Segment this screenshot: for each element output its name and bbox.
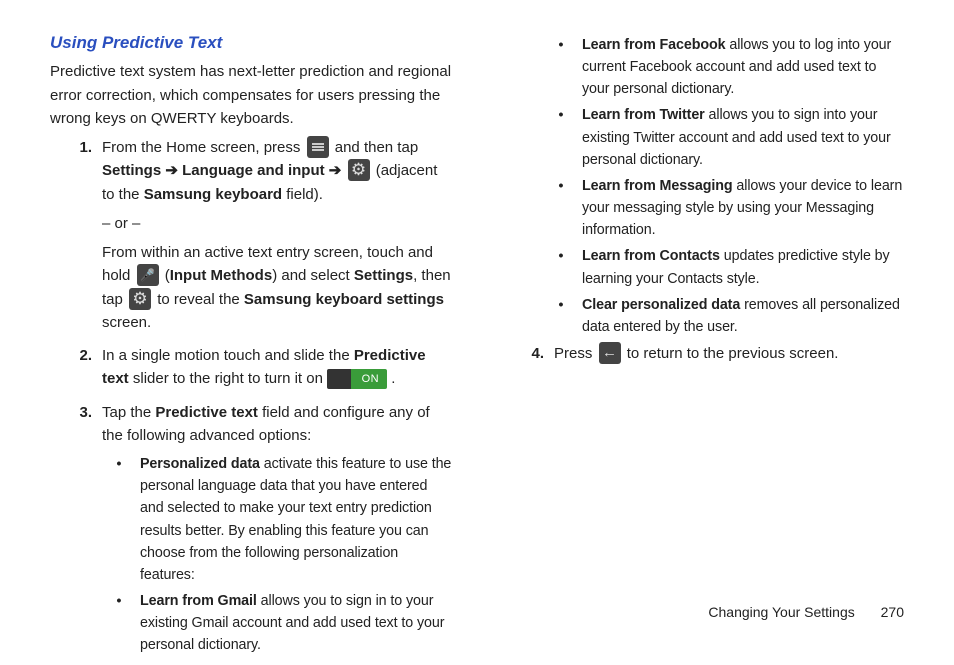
step-1: 1. From the Home screen, press and then …: [50, 136, 452, 340]
bullet-item: • Clear personalized data removes all pe…: [544, 294, 904, 338]
step-2: 2. In a single motion touch and slide th…: [50, 344, 452, 397]
step-number: 2.: [50, 344, 102, 397]
right-column: • Learn from Facebook allows you to log …: [502, 30, 904, 665]
bullet-text: Learn from Facebook allows you to log in…: [582, 34, 904, 100]
step-4-body: Press to return to the previous screen.: [554, 342, 904, 365]
step-4: 4. Press to return to the previous scree…: [502, 342, 904, 371]
gear-icon: [129, 288, 151, 310]
step-2-body: In a single motion touch and slide the P…: [102, 344, 452, 391]
on-toggle-icon: ON: [327, 369, 387, 389]
back-icon: [599, 342, 621, 364]
bullet-item: • Learn from Messaging allows your devic…: [544, 175, 904, 241]
arrow-icon: ➔: [165, 162, 178, 179]
bullet-marker: •: [102, 453, 140, 586]
bullet-item: • Learn from Twitter allows you to sign …: [544, 104, 904, 170]
bullet-marker: •: [544, 104, 582, 170]
step-number: 4.: [502, 342, 554, 371]
bullet-item: • Learn from Facebook allows you to log …: [544, 34, 904, 100]
section-heading: Using Predictive Text: [50, 30, 452, 56]
arrow-icon: ➔: [329, 162, 342, 179]
bullet-marker: •: [102, 590, 140, 656]
bullet-marker: •: [544, 294, 582, 338]
bullet-text: Learn from Twitter allows you to sign in…: [582, 104, 904, 170]
mic-icon: [137, 264, 159, 286]
left-column: Using Predictive Text Predictive text sy…: [50, 30, 452, 665]
bullet-text: Learn from Contacts updates predictive s…: [582, 245, 904, 289]
bullet-marker: •: [544, 34, 582, 100]
bullet-text: Learn from Messaging allows your device …: [582, 175, 904, 241]
bullet-marker: •: [544, 245, 582, 289]
page-footer: Changing Your Settings 270: [708, 602, 904, 624]
step-1-line-1: From the Home screen, press and then tap…: [102, 136, 452, 206]
bullet-text: Learn from Gmail allows you to sign in t…: [140, 590, 452, 656]
step-3-body: Tap the Predictive text field and config…: [102, 401, 452, 448]
step-number: 1.: [50, 136, 102, 340]
step-number: 3.: [50, 401, 102, 661]
footer-section: Changing Your Settings: [708, 604, 854, 620]
step-3: 3. Tap the Predictive text field and con…: [50, 401, 452, 661]
step-1-line-2: From within an active text entry screen,…: [102, 241, 452, 334]
menu-icon: [307, 136, 329, 158]
page-number: 270: [881, 604, 904, 620]
bullet-item: • Learn from Gmail allows you to sign in…: [102, 590, 452, 656]
bullet-text: Clear personalized data removes all pers…: [582, 294, 904, 338]
or-divider: – or –: [102, 212, 452, 235]
bullet-item: • Personalized data activate this featur…: [102, 453, 452, 586]
intro-paragraph: Predictive text system has next-letter p…: [50, 60, 452, 130]
bullet-marker: •: [544, 175, 582, 241]
bullet-text: Personalized data activate this feature …: [140, 453, 452, 586]
bullet-item: • Learn from Contacts updates predictive…: [544, 245, 904, 289]
gear-icon: [348, 159, 370, 181]
